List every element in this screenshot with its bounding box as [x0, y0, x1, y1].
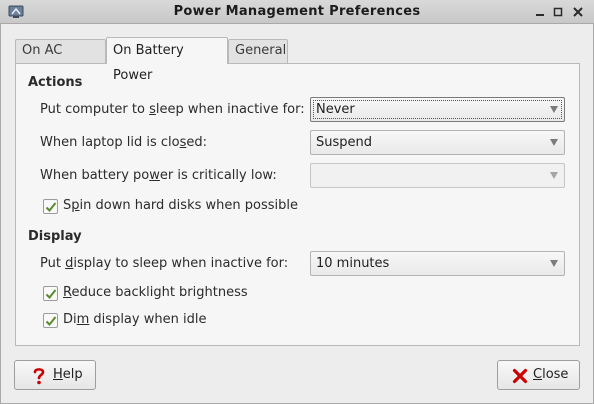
actions-heading: Actions — [28, 75, 83, 90]
dim-display-checkbox[interactable] — [43, 313, 58, 328]
sleep-computer-label: Put computer to sleep when inactive for: — [40, 102, 305, 117]
chevron-down-icon — [550, 172, 558, 179]
reduce-backlight-checkbox[interactable] — [43, 286, 58, 301]
close-button[interactable]: Close — [497, 360, 580, 390]
spin-down-checkbox[interactable] — [43, 199, 58, 214]
checkmark-icon — [45, 316, 57, 326]
close-icon — [512, 368, 528, 388]
tab-on-ac-power[interactable]: On AC Power — [15, 39, 106, 80]
help-icon — [32, 367, 46, 389]
window-title: Power Management Preferences — [173, 4, 421, 19]
sleep-computer-value: Never — [316, 102, 355, 117]
close-label: Close — [533, 367, 569, 382]
reduce-backlight-label[interactable]: Reduce backlight brightness — [63, 285, 248, 300]
sleep-display-value: 10 minutes — [316, 256, 390, 271]
minimize-button[interactable] — [532, 4, 548, 20]
lid-closed-label: When laptop lid is closed: — [40, 135, 207, 150]
close-window-button[interactable] — [570, 4, 586, 20]
chevron-down-icon — [550, 260, 558, 267]
sleep-computer-select[interactable]: Never — [310, 97, 565, 122]
chevron-down-icon — [550, 106, 558, 113]
help-button[interactable]: Help — [14, 360, 96, 390]
tab-general[interactable]: General — [228, 39, 288, 63]
checkmark-icon — [45, 202, 57, 212]
battery-low-select[interactable] — [310, 163, 565, 188]
sleep-display-label: Put display to sleep when inactive for: — [40, 256, 289, 271]
maximize-button[interactable] — [550, 4, 566, 20]
lid-closed-select[interactable]: Suspend — [310, 130, 565, 155]
chevron-down-icon — [550, 139, 558, 146]
sleep-display-select[interactable]: 10 minutes — [310, 251, 565, 276]
dim-display-label[interactable]: Dim display when idle — [63, 312, 206, 327]
help-label: Help — [53, 367, 83, 382]
display-heading: Display — [28, 229, 82, 244]
spin-down-label[interactable]: Spin down hard disks when possible — [63, 198, 298, 213]
tab-on-battery-power[interactable]: On Battery Power — [106, 37, 228, 83]
checkmark-icon — [45, 289, 57, 299]
title-bar: Power Management Preferences — [0, 0, 594, 24]
lid-closed-value: Suspend — [316, 135, 373, 150]
battery-low-label: When battery power is critically low: — [40, 168, 277, 183]
